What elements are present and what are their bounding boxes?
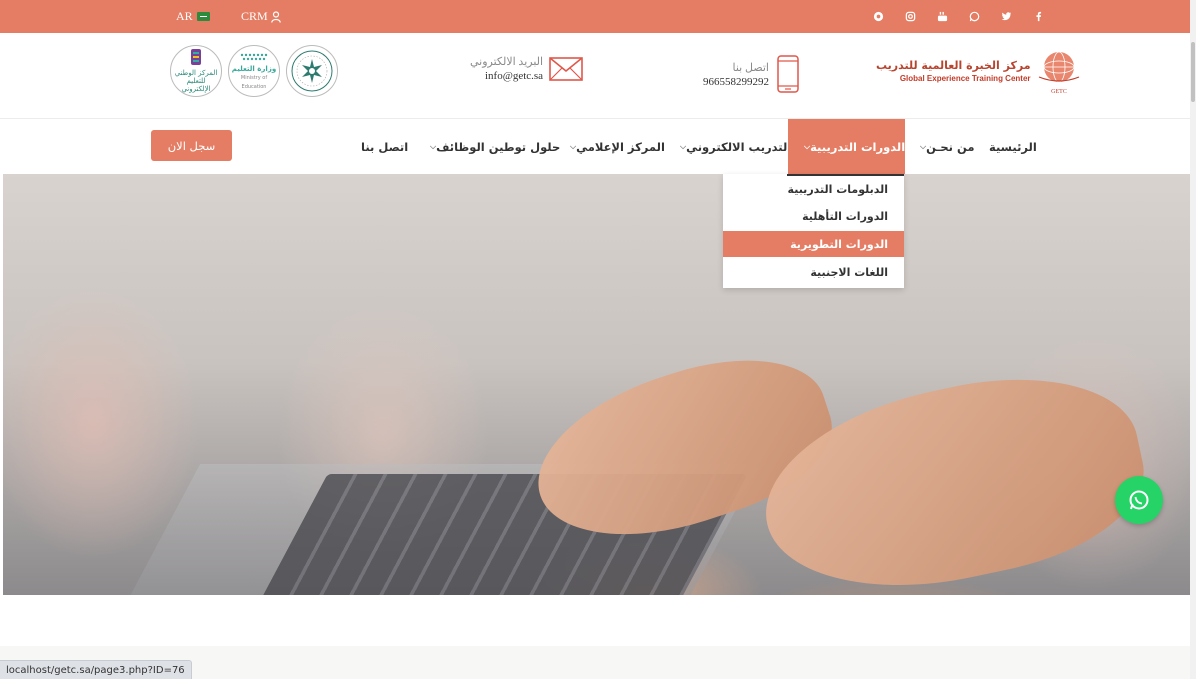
phone-value[interactable]: 966558299292 [703, 76, 769, 88]
nav-item-elearning[interactable]: ⌵ التدريب الالكتروني [678, 119, 791, 174]
dropdown-item-languages[interactable]: اللغات الاجنبية [723, 259, 904, 285]
partner2-line2: Ministry of Education [240, 74, 268, 90]
social-links [862, 8, 1054, 25]
instagram-icon[interactable] [894, 8, 926, 25]
status-url: localhost/getc.sa/page3.php?ID=76 [6, 664, 185, 676]
brand-name-ar: مركز الخبرة العالمية للتدريب [876, 59, 1031, 72]
browser-status-bar: localhost/getc.sa/page3.php?ID=76 [0, 660, 192, 679]
crm-link[interactable]: CRM [241, 9, 281, 24]
nav-item-home[interactable]: الرئيسية [989, 119, 1037, 174]
content-area [0, 595, 1190, 650]
globe-logo-icon: GETC [1038, 51, 1079, 95]
dropdown-item-development[interactable]: الدورات التطويرية [723, 231, 904, 257]
hero-banner [3, 174, 1190, 595]
language-switch[interactable]: AR [176, 9, 210, 24]
facebook-icon[interactable] [1022, 8, 1054, 25]
twitter-icon[interactable] [990, 8, 1022, 25]
youtube-icon[interactable] [926, 8, 958, 25]
brand-short: GETC [1051, 89, 1067, 95]
language-label[interactable]: AR [176, 9, 193, 24]
email-value[interactable]: info@getc.sa [470, 70, 543, 82]
header: المركز الوطني للتعليم الإلكتروني وزارة ا… [0, 33, 1190, 119]
partner-logos: المركز الوطني للتعليم الإلكتروني وزارة ا… [170, 45, 338, 97]
whatsapp-icon[interactable] [958, 8, 990, 25]
ministry-of-education-logo: وزارة التعليم Ministry of Education [228, 45, 280, 97]
nav-item-label[interactable]: اتصل بنا [361, 140, 408, 154]
phone-label: اتصل بنا [732, 61, 769, 74]
dropdown-item-qualifying[interactable]: الدورات التأهلية [723, 203, 904, 229]
nav-item-label[interactable]: من نحـن [926, 140, 974, 154]
nav-item-label[interactable]: التدريب الالكتروني [686, 140, 791, 154]
whatsapp-chat-button[interactable] [1115, 476, 1163, 524]
nav-item-job-localization[interactable]: ⌵ حلول توطين الوظائف [428, 119, 560, 174]
scrollbar-thumb[interactable] [1191, 42, 1195, 102]
instagram-alt-icon[interactable] [862, 8, 894, 25]
user-icon [270, 10, 281, 23]
email-contact[interactable]: البريد الالكتروني info@getc.sa [470, 55, 583, 82]
nav-item-media-center[interactable]: ⌵ المركز الإعلامي [568, 119, 665, 174]
phone-contact[interactable]: اتصل بنا 966558299292 [703, 55, 799, 93]
whatsapp-icon [1129, 490, 1149, 510]
nav-item-training-courses[interactable]: ⌵ الدورات التدريبية [788, 119, 905, 174]
mobile-phone-icon [777, 55, 799, 93]
register-button[interactable]: سجل الان [151, 130, 232, 161]
nav-item-label[interactable]: الدورات التدريبية [810, 140, 905, 154]
partner1-line1: المركز الوطني [174, 68, 218, 77]
nav-item-label[interactable]: الرئيسية [989, 140, 1037, 154]
site-logo[interactable]: مركز الخبرة العالمية للتدريب Global Expe… [876, 47, 1083, 95]
crm-label[interactable]: CRM [241, 9, 268, 24]
main-nav: سجل الان اتصل بنا ⌵ حلول توطين الوظائف ⌵… [0, 119, 1190, 174]
nav-item-contact[interactable]: اتصل بنا [361, 119, 408, 174]
top-bar: AR CRM [0, 0, 1190, 33]
nav-item-about[interactable]: ⌵ من نحـن [918, 119, 974, 174]
national-elearning-logo: المركز الوطني للتعليم الإلكتروني [170, 45, 222, 97]
nav-item-label[interactable]: حلول توطين الوظائف [436, 140, 560, 154]
email-label: البريد الالكتروني [470, 56, 544, 68]
saudi-flag-icon[interactable] [196, 12, 210, 21]
nav-item-label[interactable]: المركز الإعلامي [576, 140, 665, 154]
page: AR CRM المركز الوطني للتعليم الإلكتروني [0, 0, 1196, 679]
vision-seal-logo [286, 45, 338, 97]
dropdown-item-diplomas[interactable]: الدبلومات التدريبية [723, 176, 904, 202]
training-courses-dropdown: الدبلومات التدريبية الدورات التأهلية الد… [723, 174, 904, 288]
partner1-line2: للتعليم الإلكتروني [181, 76, 211, 94]
envelope-icon [549, 56, 583, 81]
brand-name-en: Global Experience Training Center [899, 74, 1031, 83]
partner2-line1: وزارة التعليم [231, 64, 277, 73]
